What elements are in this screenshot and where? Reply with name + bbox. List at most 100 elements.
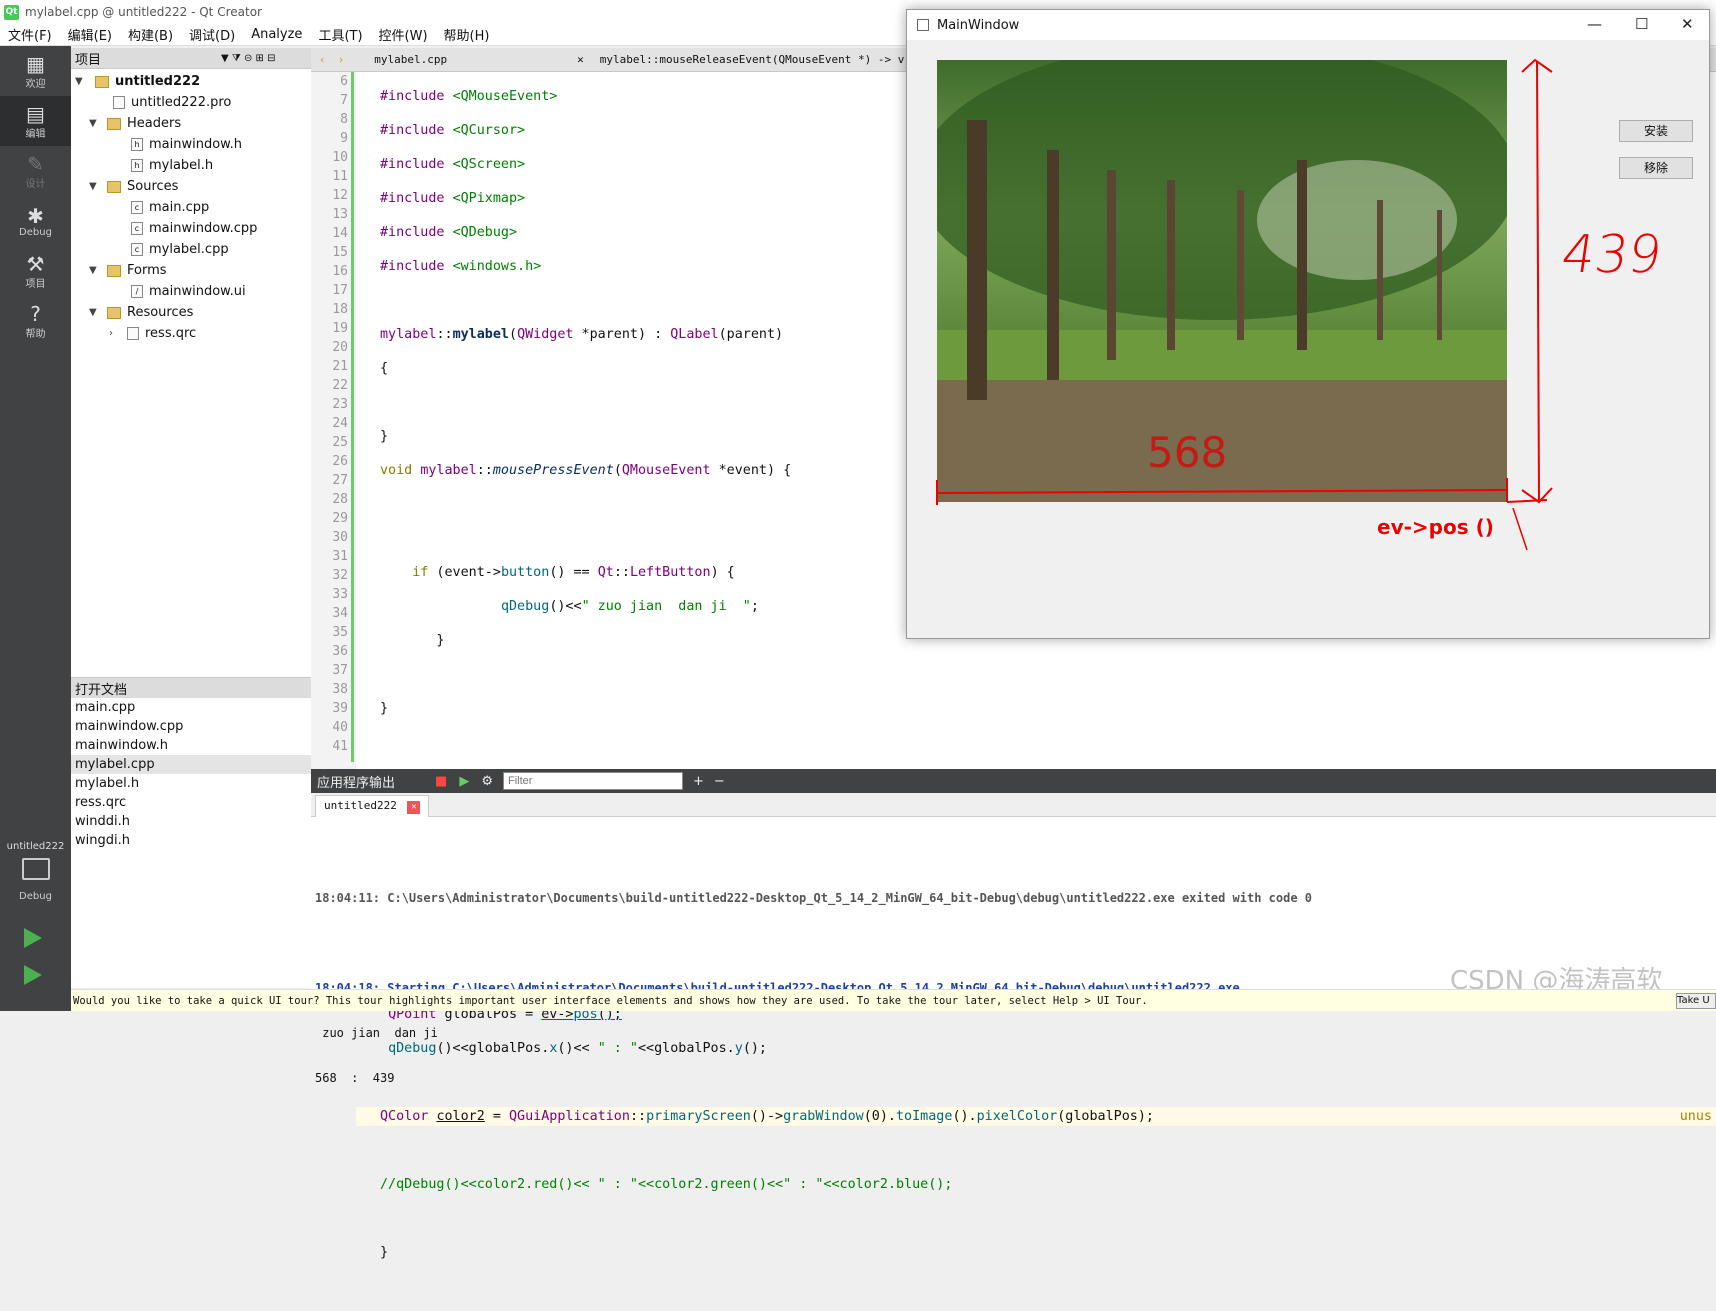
menu-widgets[interactable]: 控件(W) — [379, 25, 428, 44]
tree-item-mylabel-h[interactable]: h mylabel.h — [131, 155, 213, 176]
line-number: 10 — [332, 150, 348, 165]
tree-headers[interactable]: ▼ Headers — [89, 113, 181, 134]
output-tab[interactable]: untitled222 ✕ — [315, 795, 430, 817]
output-title: 应用程序输出 — [317, 775, 396, 791]
tree-item-pro[interactable]: untitled222.pro — [113, 92, 231, 113]
code-line: //qDebug()<<color2.red()<< " : "<<color2… — [380, 1177, 953, 1192]
output-tabs: untitled222 ✕ — [311, 793, 1716, 817]
mode-design[interactable]: ✎ 设计 — [0, 146, 71, 196]
open-doc-item[interactable]: wingdi.h — [71, 831, 311, 850]
gear-icon[interactable]: ⚙ — [481, 774, 493, 789]
menu-help[interactable]: 帮助(H) — [444, 25, 490, 44]
line-number: 28 — [332, 492, 348, 507]
tree-forms[interactable]: ▼ Forms — [89, 260, 167, 281]
open-doc-item[interactable]: ress.qrc — [71, 793, 311, 812]
mode-edit[interactable]: ▤ 编辑 — [0, 96, 71, 146]
line-number: 8 — [340, 112, 348, 127]
output-toolbar: 应用程序输出 ■ ▶ ⚙ + − — [311, 769, 1716, 793]
mode-help[interactable]: ? 帮助 — [0, 296, 71, 346]
filter-input[interactable] — [502, 772, 683, 790]
folder-icon — [107, 264, 121, 277]
mode-projects[interactable]: ⚒ 项目 — [0, 246, 71, 296]
tree-item-mainwindow-ui[interactable]: / mainwindow.ui — [131, 281, 246, 302]
debug-bug-icon: ✱ — [27, 203, 44, 228]
run-icon[interactable] — [24, 928, 42, 948]
kit-monitor-icon[interactable] — [22, 858, 50, 880]
line-number: 11 — [332, 169, 348, 184]
mode-sidebar: ▦ 欢迎 ▤ 编辑 ✎ 设计 ✱ Debug ⚒ 项目 ? 帮助 untitled222 D… — [0, 46, 71, 1011]
open-doc-item[interactable]: mainwindow.h — [71, 736, 311, 755]
line-number: 37 — [332, 663, 348, 678]
line-number: 16 — [332, 264, 348, 279]
tree-item-ress-qrc[interactable]: › ress.qrc — [109, 323, 196, 344]
menu-tools[interactable]: 工具(T) — [318, 25, 362, 44]
design-pencil-icon: ✎ — [27, 151, 44, 176]
chevron-right-icon[interactable]: › — [109, 323, 113, 344]
filter-icon[interactable]: ▼ ⧩ ⊝ ⊞ ⊟ — [221, 53, 275, 64]
tree-root[interactable]: ▼ untitled222 — [75, 71, 200, 92]
welcome-grid-icon: ▦ — [26, 51, 45, 76]
line-number: 15 — [332, 245, 348, 260]
chevron-down-icon[interactable]: ▼ — [89, 260, 97, 281]
open-doc-item[interactable]: mainwindow.cpp — [71, 717, 311, 736]
line-number: 35 — [332, 625, 348, 640]
menu-file[interactable]: 文件(F) — [8, 25, 52, 44]
line-number: 20 — [332, 340, 348, 355]
tree-item-main-cpp[interactable]: c main.cpp — [131, 197, 209, 218]
header-file-icon: h — [131, 138, 143, 151]
cpp-file-icon: c — [131, 243, 143, 256]
line-number: 24 — [332, 416, 348, 431]
code-line: } — [380, 701, 389, 716]
open-doc-item-selected[interactable]: mylabel.cpp — [71, 755, 311, 774]
stop-icon[interactable]: ■ — [435, 774, 447, 789]
line-number: 39 — [332, 701, 348, 716]
header-file-icon: h — [131, 159, 143, 172]
chevron-down-icon[interactable]: ▼ — [89, 113, 97, 134]
symbol-selector[interactable]: mylabel::mouseReleaseEvent(QMouseEvent *… — [600, 53, 905, 66]
open-doc-item[interactable]: mylabel.h — [71, 774, 311, 793]
mode-welcome[interactable]: ▦ 欢迎 — [0, 46, 71, 96]
chevron-down-icon[interactable]: ▼ — [75, 71, 83, 92]
tree-item-mainwindow-h[interactable]: h mainwindow.h — [131, 134, 242, 155]
nav-forward-icon[interactable]: › — [338, 53, 345, 66]
line-number: 29 — [332, 511, 348, 526]
output-line: 568 : 439 — [315, 1071, 395, 1085]
warning-text: unus — [1679, 1109, 1712, 1124]
tree-resources[interactable]: ▼ Resources — [89, 302, 193, 323]
menu-debug[interactable]: 调试(D) — [189, 25, 235, 44]
rerun-icon[interactable]: ▶ — [459, 774, 469, 789]
menu-edit[interactable]: 编辑(E) — [68, 25, 112, 44]
qrc-file-icon — [127, 327, 139, 340]
chevron-down-icon[interactable]: ▼ — [89, 176, 97, 197]
folder-icon — [107, 117, 121, 130]
close-icon[interactable]: ✕ — [577, 53, 584, 66]
open-docs-header: 打开文档 — [71, 677, 311, 698]
tree-item-mylabel-cpp[interactable]: c mylabel.cpp — [131, 239, 229, 260]
take-tour-button[interactable]: Take U — [1676, 993, 1716, 1009]
file-tab[interactable]: mylabel.cpp — [374, 53, 447, 66]
nav-back-icon[interactable]: ‹ — [319, 53, 326, 66]
help-question-icon: ? — [30, 301, 41, 326]
tree-item-mainwindow-cpp[interactable]: c mainwindow.cpp — [131, 218, 257, 239]
mode-debug[interactable]: ✱ Debug — [0, 196, 71, 246]
close-tab-icon[interactable]: ✕ — [407, 801, 421, 814]
project-icon — [95, 75, 109, 88]
project-panel-header: 项目 ▼ ⧩ ⊝ ⊞ ⊟ — [71, 48, 311, 69]
zoom-out-icon[interactable]: − — [714, 774, 725, 789]
open-doc-item[interactable]: winddi.h — [71, 812, 311, 831]
line-number: 22 — [332, 378, 348, 393]
open-doc-item[interactable]: main.cpp — [71, 698, 311, 717]
line-number: 18 — [332, 302, 348, 317]
tree-sources[interactable]: ▼ Sources — [89, 176, 178, 197]
menu-build[interactable]: 构建(B) — [128, 25, 173, 44]
line-number: 33 — [332, 587, 348, 602]
height-annotation: 439 — [1557, 225, 1666, 285]
chevron-down-icon[interactable]: ▼ — [89, 302, 97, 323]
line-number: 12 — [332, 188, 348, 203]
line-number: 13 — [332, 207, 348, 222]
zoom-in-icon[interactable]: + — [693, 774, 704, 789]
menu-analyze[interactable]: Analyze — [251, 27, 302, 42]
line-number: 31 — [332, 549, 348, 564]
debug-run-icon[interactable] — [24, 965, 42, 985]
